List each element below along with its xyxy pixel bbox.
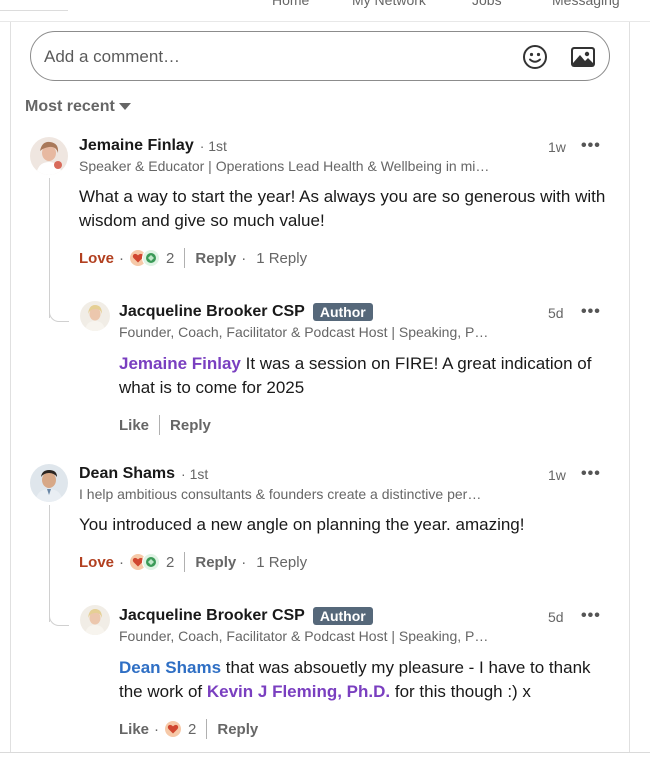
sort-dropdown[interactable]: Most recent bbox=[25, 98, 131, 116]
sort-label: Most recent bbox=[25, 98, 115, 115]
more-options-icon[interactable]: ••• bbox=[581, 137, 601, 155]
reply-actions: Like Reply bbox=[119, 415, 211, 435]
nav-home[interactable]: Home bbox=[272, 0, 309, 8]
nav-messaging[interactable]: Messaging bbox=[552, 0, 620, 8]
replies-count-link[interactable]: 1 Reply bbox=[256, 250, 307, 267]
divider bbox=[159, 415, 161, 435]
like-button[interactable]: Like bbox=[119, 417, 149, 434]
mention-link[interactable]: Jemaine Finlay bbox=[119, 354, 241, 373]
reply-text: Dean Shams that was absouetly my pleasur… bbox=[119, 656, 614, 704]
thread-connector bbox=[49, 308, 69, 322]
love-reaction-icon bbox=[164, 720, 183, 738]
reply-button[interactable]: Reply bbox=[170, 417, 211, 434]
separator-dot: · bbox=[241, 249, 247, 267]
reply-button[interactable]: Reply bbox=[195, 554, 236, 571]
avatar[interactable] bbox=[80, 605, 110, 635]
comment-text: You introduced a new angle on planning t… bbox=[79, 515, 525, 534]
reaction-icons[interactable] bbox=[129, 249, 161, 267]
author-name[interactable]: Jacqueline Brooker CSP bbox=[119, 303, 305, 321]
author-headline: Speaker & Educator | Operations Lead Hea… bbox=[79, 158, 490, 174]
reply-author[interactable]: Jacqueline Brooker CSP Author bbox=[119, 607, 373, 625]
author-name[interactable]: Dean Shams bbox=[79, 465, 175, 483]
mention-link[interactable]: Dean Shams bbox=[119, 658, 221, 677]
nav-my-network[interactable]: My Network bbox=[352, 0, 426, 8]
reply-time: 5d bbox=[548, 305, 564, 321]
author-headline: I help ambitious consultants & founders … bbox=[79, 486, 482, 502]
reaction-icons[interactable] bbox=[164, 720, 183, 738]
author-headline: Founder, Coach, Facilitator & Podcast Ho… bbox=[119, 628, 489, 644]
separator-dot: · bbox=[154, 720, 160, 738]
comment-placeholder: Add a comment… bbox=[44, 47, 181, 66]
caret-down-icon bbox=[118, 103, 131, 110]
avatar[interactable] bbox=[80, 301, 110, 331]
separator-dot: · bbox=[241, 553, 247, 571]
bottom-divider bbox=[0, 752, 650, 768]
reaction-count[interactable]: 2 bbox=[166, 554, 174, 571]
author-badge: Author bbox=[312, 607, 373, 625]
connection-degree: · 1st bbox=[181, 466, 209, 482]
reaction-icons[interactable] bbox=[129, 553, 161, 571]
divider bbox=[184, 552, 186, 572]
support-reaction-icon bbox=[142, 249, 161, 267]
replies-count-link[interactable]: 1 Reply bbox=[256, 554, 307, 571]
more-options-icon[interactable]: ••• bbox=[581, 607, 601, 625]
nav-divider bbox=[0, 10, 68, 11]
reply-text-body: for this though :) x bbox=[390, 682, 531, 701]
reply-actions: Like · 2 Reply bbox=[119, 719, 258, 739]
divider bbox=[206, 719, 208, 739]
comment-actions: Love · 2 Reply · 1 Reply bbox=[79, 552, 307, 572]
comment-input[interactable]: Add a comment… bbox=[30, 31, 610, 81]
separator-dot: · bbox=[119, 249, 125, 267]
separator-dot: · bbox=[119, 553, 125, 571]
image-icon[interactable] bbox=[569, 43, 597, 71]
reply-button[interactable]: Reply bbox=[217, 721, 258, 738]
reaction-count[interactable]: 2 bbox=[188, 721, 196, 738]
comment-author[interactable]: Dean Shams · 1st bbox=[79, 465, 208, 483]
author-name[interactable]: Jemaine Finlay bbox=[79, 137, 194, 155]
reply-author[interactable]: Jacqueline Brooker CSP Author bbox=[119, 303, 373, 321]
more-options-icon[interactable]: ••• bbox=[581, 465, 601, 483]
reply-text: Jemaine Finlay It was a session on FIRE!… bbox=[119, 352, 614, 400]
author-name[interactable]: Jacqueline Brooker CSP bbox=[119, 607, 305, 625]
nav-jobs[interactable]: Jobs bbox=[472, 0, 502, 8]
comment-author[interactable]: Jemaine Finlay · 1st bbox=[79, 137, 227, 155]
reply-time: 5d bbox=[548, 609, 564, 625]
reaction-count[interactable]: 2 bbox=[166, 250, 174, 267]
comment-text: What a way to start the year! As always … bbox=[79, 187, 606, 230]
comment-actions: Love · 2 Reply · 1 Reply bbox=[79, 248, 307, 268]
author-badge: Author bbox=[312, 303, 373, 321]
author-headline: Founder, Coach, Facilitator & Podcast Ho… bbox=[119, 324, 489, 340]
emoji-smile-icon[interactable] bbox=[521, 43, 549, 71]
thread-connector bbox=[49, 612, 69, 626]
divider bbox=[184, 248, 186, 268]
thread-line bbox=[49, 178, 50, 318]
reply-button[interactable]: Reply bbox=[195, 250, 236, 267]
top-nav-strip: Home My Network Jobs Messaging bbox=[0, 0, 650, 22]
reaction-love-button[interactable]: Love bbox=[79, 250, 114, 267]
avatar[interactable] bbox=[30, 137, 68, 175]
comment-time: 1w bbox=[548, 139, 566, 155]
avatar[interactable] bbox=[30, 464, 68, 502]
support-reaction-icon bbox=[142, 553, 161, 571]
thread-line bbox=[49, 505, 50, 622]
mention-link[interactable]: Kevin J Fleming, Ph.D. bbox=[207, 682, 390, 701]
reaction-love-button[interactable]: Love bbox=[79, 554, 114, 571]
connection-degree: · 1st bbox=[199, 138, 227, 154]
comment-time: 1w bbox=[548, 467, 566, 483]
more-options-icon[interactable]: ••• bbox=[581, 303, 601, 321]
like-button[interactable]: Like bbox=[119, 721, 149, 738]
